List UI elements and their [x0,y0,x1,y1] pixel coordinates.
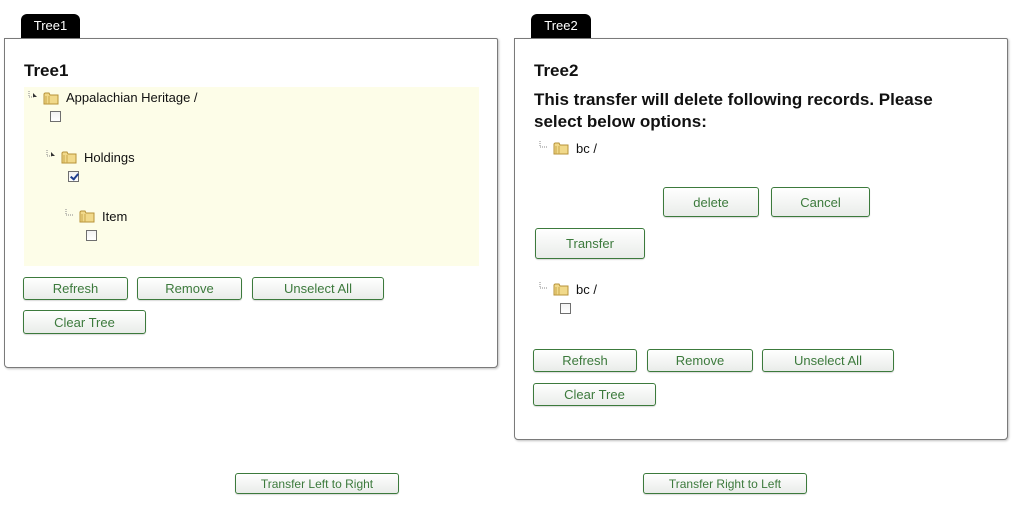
tab-tree2[interactable]: Tree2 [531,14,591,38]
tab-tree1[interactable]: Tree1 [21,14,80,38]
tree-node-label[interactable]: bc / [576,282,597,297]
tree-node-label[interactable]: Appalachian Heritage / [66,90,198,105]
tree-node-checkbox[interactable] [560,303,571,314]
tree-expander-icon[interactable] [45,149,57,161]
tree-node-checkbox[interactable] [68,171,79,182]
remove-button[interactable]: Remove [137,277,242,300]
tree-node-checkbox[interactable] [50,111,61,122]
remove-button[interactable]: Remove [647,349,753,372]
tree-leaf-connector-icon [539,282,548,289]
tree2-title: Tree2 [534,61,579,80]
tree-leaf-connector-icon [65,209,74,216]
tree-node-label[interactable]: Holdings [84,150,135,165]
folder-icon [553,142,569,155]
folder-icon [43,92,59,105]
unselect-all-button[interactable]: Unselect All [252,277,384,300]
transfer-right-to-left-button[interactable]: Transfer Right to Left [643,473,807,494]
tree1-title: Tree1 [24,61,69,80]
tree-expander-icon[interactable] [27,90,39,102]
folder-icon [79,210,95,223]
transfer-button[interactable]: Transfer [535,228,645,259]
cancel-button[interactable]: Cancel [771,187,870,217]
tree1-panel: Tree1 Appalachian Heritage / Holdings It… [4,38,498,368]
folder-icon [61,151,77,164]
transfer-left-to-right-button[interactable]: Transfer Left to Right [235,473,399,494]
folder-icon [553,283,569,296]
unselect-all-button[interactable]: Unselect All [762,349,894,372]
transfer-delete-message: This transfer will delete following reco… [534,90,933,131]
delete-preview-node-label[interactable]: bc / [576,141,597,156]
delete-button[interactable]: delete [663,187,759,217]
clear-tree-button[interactable]: Clear Tree [533,383,656,406]
tree-leaf-connector-icon [539,141,548,148]
tree-node-label[interactable]: Item [102,209,127,224]
tree2-panel: Tree2 This transfer will delete followin… [514,38,1008,440]
refresh-button[interactable]: Refresh [533,349,637,372]
refresh-button[interactable]: Refresh [23,277,128,300]
clear-tree-button[interactable]: Clear Tree [23,310,146,334]
tree-node-checkbox[interactable] [86,230,97,241]
